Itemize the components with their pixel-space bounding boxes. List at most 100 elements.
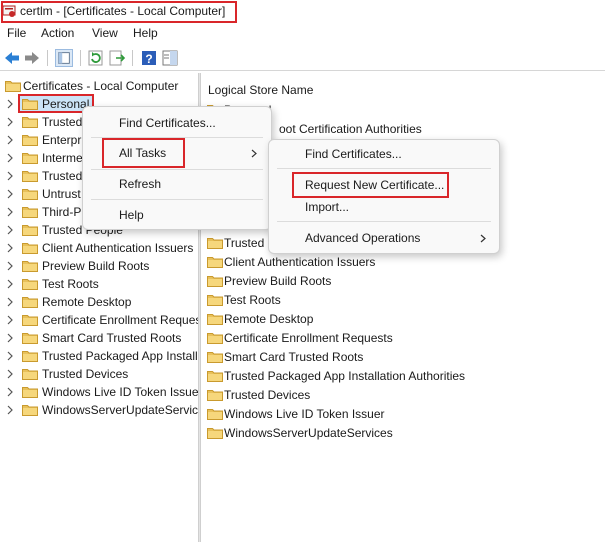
submenu-import[interactable]: Import... — [269, 196, 499, 218]
tree-item-label: Untrust — [42, 187, 81, 201]
chevron-right-icon — [480, 234, 486, 243]
tree-item-label: Certificates - Local Computer — [23, 79, 179, 93]
list-item-label: Trusted — [224, 236, 265, 250]
column-header-logical-store-name[interactable]: Logical Store Name — [208, 83, 313, 97]
chevron-right-icon[interactable] — [6, 99, 14, 109]
submenu-item-label: Advanced Operations — [305, 231, 421, 245]
chevron-right-icon[interactable] — [6, 333, 14, 343]
folder-icon — [5, 81, 21, 92]
folder-icon — [22, 135, 38, 146]
list-item-label: Windows Live ID Token Issuer — [224, 407, 385, 421]
folder-icon — [22, 225, 38, 236]
toolbar-separator — [80, 50, 81, 66]
chevron-right-icon[interactable] — [6, 261, 14, 271]
chevron-right-icon[interactable] — [6, 207, 14, 217]
chevron-right-icon[interactable] — [6, 135, 14, 145]
list-item-label: Trusted Devices — [224, 388, 311, 402]
list-item-label: Certificate Enrollment Requests — [224, 331, 393, 345]
submenu-item-label: Import... — [305, 200, 350, 214]
tree-item[interactable]: Trusted Devices — [0, 365, 198, 383]
menu-file[interactable]: File — [5, 26, 28, 40]
folder-icon — [207, 276, 223, 287]
tree-item-label: Windows Live ID Token Issuer — [42, 385, 198, 399]
tree-item[interactable]: Preview Build Roots — [0, 257, 198, 275]
chevron-right-icon[interactable] — [6, 279, 14, 289]
refresh-icon[interactable] — [87, 49, 105, 67]
tree-root-certificates[interactable]: Certificates - Local Computer — [0, 77, 198, 95]
folder-icon — [207, 295, 223, 306]
chevron-right-icon[interactable] — [6, 171, 14, 181]
tree-item-label: WindowsServerUpdateServices — [42, 403, 198, 417]
toolbar-separator — [132, 50, 133, 66]
tree-item[interactable]: Test Roots — [0, 275, 198, 293]
chevron-right-icon[interactable] — [6, 315, 14, 325]
chevron-right-icon[interactable] — [6, 297, 14, 307]
tree-item[interactable]: Trusted Packaged App Install — [0, 347, 198, 365]
context-help[interactable]: Help — [83, 204, 271, 226]
tree-item[interactable]: WindowsServerUpdateServices — [0, 401, 198, 419]
tree-item[interactable]: Smart Card Trusted Roots — [0, 329, 198, 347]
tree-item[interactable]: Remote Desktop — [0, 293, 198, 311]
tree-item-label: Remote Desktop — [42, 295, 132, 309]
chevron-right-icon — [251, 149, 257, 158]
chevron-right-icon[interactable] — [6, 189, 14, 199]
show-hide-console-tree-icon[interactable] — [55, 49, 73, 67]
menu-bar: File Action View Help — [0, 25, 605, 43]
menu-help[interactable]: Help — [131, 26, 160, 40]
folder-icon — [22, 297, 38, 308]
folder-icon — [22, 405, 38, 416]
back-arrow-icon[interactable] — [3, 49, 21, 67]
list-item-label: Smart Card Trusted Roots — [224, 350, 364, 364]
list-item-label: Trusted Packaged App Installation Author… — [224, 369, 466, 383]
chevron-right-icon[interactable] — [6, 369, 14, 379]
tree-item-label: Preview Build Roots — [42, 259, 150, 273]
context-menu: Find Certificates... All Tasks Refresh H… — [82, 106, 272, 230]
menu-action[interactable]: Action — [39, 26, 76, 40]
list-item-label: Preview Build Roots — [224, 274, 332, 288]
help-icon[interactable]: ? — [140, 49, 158, 67]
submenu-find-certificates[interactable]: Find Certificates... — [269, 143, 499, 165]
forward-arrow-icon[interactable] — [23, 49, 41, 67]
chevron-right-icon[interactable] — [6, 351, 14, 361]
list-item-label: oot Certification Authorities — [279, 122, 422, 136]
tree-item-label: Enterpr — [42, 133, 82, 147]
context-item-label: Find Certificates... — [119, 116, 216, 130]
title-bar: certlm - [Certificates - Local Computer] — [0, 0, 605, 24]
folder-icon — [22, 333, 38, 344]
folder-icon — [207, 257, 223, 268]
folder-icon — [207, 371, 223, 382]
tree-item[interactable]: Certificate Enrollment Reques — [0, 311, 198, 329]
context-separator — [91, 199, 263, 200]
list-item-label: Client Authentication Issuers — [224, 255, 376, 269]
chevron-right-icon[interactable] — [6, 405, 14, 415]
context-find-certificates[interactable]: Find Certificates... — [83, 112, 271, 134]
export-list-icon[interactable] — [108, 49, 126, 67]
folder-icon — [22, 207, 38, 218]
all-tasks-highlight-box — [102, 138, 185, 168]
folder-icon — [207, 428, 223, 439]
list-item-label: Remote Desktop — [224, 312, 314, 326]
tree-item-label: Trusted Devices — [42, 367, 129, 381]
tree-item[interactable]: Client Authentication Issuers — [0, 239, 198, 257]
chevron-right-icon[interactable] — [6, 117, 14, 127]
chevron-right-icon[interactable] — [6, 225, 14, 235]
folder-icon — [22, 279, 38, 290]
submenu-advanced-operations[interactable]: Advanced Operations — [269, 227, 499, 249]
submenu-separator — [277, 221, 491, 222]
toolbar-separator — [47, 50, 48, 66]
folder-icon — [22, 369, 38, 380]
tree-item-label: Certificate Enrollment Reques — [42, 313, 198, 327]
folder-icon — [207, 390, 223, 401]
folder-icon — [22, 261, 38, 272]
folder-icon — [207, 238, 223, 249]
chevron-right-icon[interactable] — [6, 387, 14, 397]
properties-pane-icon[interactable] — [161, 49, 179, 67]
folder-icon — [207, 352, 223, 363]
chevron-right-icon[interactable] — [6, 153, 14, 163]
tree-item-label: Smart Card Trusted Roots — [42, 331, 182, 345]
context-refresh[interactable]: Refresh — [83, 173, 271, 195]
tree-item[interactable]: Windows Live ID Token Issuer — [0, 383, 198, 401]
chevron-right-icon[interactable] — [6, 243, 14, 253]
context-separator — [91, 169, 263, 170]
menu-view[interactable]: View — [90, 26, 120, 40]
